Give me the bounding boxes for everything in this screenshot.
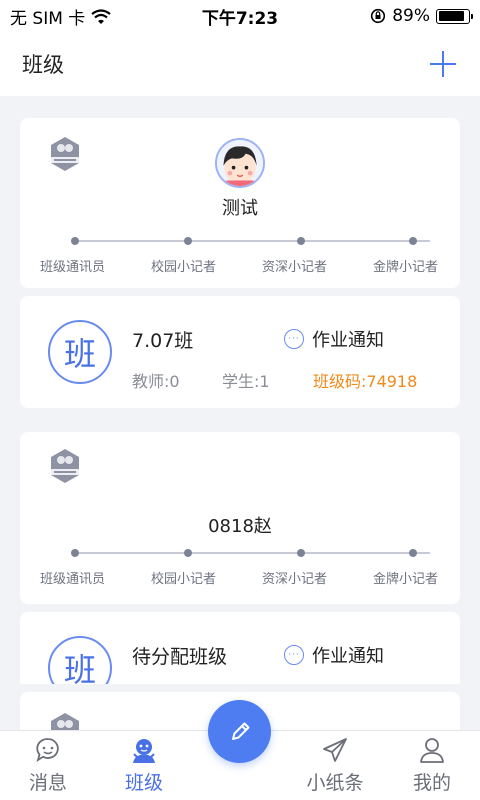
add-button[interactable] bbox=[428, 49, 458, 79]
page-title: 班级 bbox=[22, 53, 64, 77]
level-progress bbox=[71, 549, 430, 557]
member-name: 测试 bbox=[222, 198, 258, 219]
class-name: 7.07班 bbox=[132, 330, 194, 352]
class-card[interactable]: 班 7.07班 ··· 作业通知 教师:0 学生:1 班级码:74918 bbox=[20, 296, 460, 408]
level-labels: 班级通讯员 校园小记者 资深小记者 金牌小记者 bbox=[40, 256, 438, 275]
level-label: 班级通讯员 bbox=[40, 572, 106, 587]
carrier-label: 无 SIM 卡 bbox=[10, 8, 86, 29]
level-dot bbox=[183, 237, 192, 245]
tab-label: 小纸条 bbox=[306, 772, 364, 794]
member-info: 测试 bbox=[20, 138, 460, 220]
homework-notice-label: 作业通知 bbox=[312, 330, 384, 351]
message-bubble-icon: ··· bbox=[284, 329, 304, 349]
class-card[interactable]: 班 待分配班级 ··· 作业通知 bbox=[20, 612, 460, 684]
level-label: 班级通讯员 bbox=[40, 260, 106, 275]
member-card[interactable]: 测试 班级通讯员 校园小记者 资深小记者 金牌小记者 bbox=[20, 118, 460, 288]
tab-label: 我的 bbox=[412, 772, 451, 794]
homework-notice-link[interactable]: ··· 作业通知 bbox=[284, 326, 384, 352]
tab-class[interactable]: 班级 bbox=[96, 731, 192, 800]
class-icon bbox=[133, 739, 155, 763]
battery-icon bbox=[436, 8, 473, 24]
level-dot bbox=[408, 549, 417, 557]
level-label: 金牌小记者 bbox=[372, 572, 438, 587]
level-dot bbox=[183, 549, 192, 557]
member-name: 0818赵 bbox=[208, 516, 272, 537]
homework-notice-link[interactable]: ··· 作业通知 bbox=[284, 642, 384, 668]
battery-percent: 89% bbox=[392, 6, 430, 26]
level-label: 资深小记者 bbox=[261, 572, 327, 587]
tab-me[interactable]: 我的 bbox=[384, 731, 480, 800]
level-dot bbox=[408, 237, 417, 245]
tab-label: 消息 bbox=[28, 772, 67, 794]
level-label: 资深小记者 bbox=[261, 260, 327, 275]
level-labels: 班级通讯员 校园小记者 资深小记者 金牌小记者 bbox=[40, 568, 438, 587]
teacher-count: 教师:0 bbox=[132, 372, 180, 391]
user-icon bbox=[420, 738, 444, 763]
class-avatar: 班 bbox=[48, 636, 112, 684]
class-code: 班级码:74918 bbox=[313, 372, 418, 391]
level-label: 校园小记者 bbox=[150, 260, 216, 275]
avatar bbox=[215, 138, 265, 188]
level-badge-icon bbox=[51, 713, 79, 732]
wifi-icon bbox=[91, 8, 111, 24]
level-badge-icon bbox=[51, 449, 79, 483]
status-bar: 无 SIM 卡 下午7:23 89% bbox=[0, 0, 480, 32]
level-label: 金牌小记者 bbox=[372, 260, 438, 275]
class-avatar: 班 bbox=[48, 320, 112, 384]
student-count: 学生:1 bbox=[222, 372, 270, 391]
level-dot bbox=[71, 237, 79, 245]
level-dot bbox=[296, 237, 305, 245]
tab-notes[interactable]: 小纸条 bbox=[287, 731, 383, 800]
class-name: 待分配班级 bbox=[132, 646, 228, 668]
member-card[interactable]: 0818赵 班级通讯员 校园小记者 资深小记者 金牌小记者 bbox=[20, 432, 460, 604]
rotation-lock-icon bbox=[371, 8, 386, 24]
nav-bar: 班级 bbox=[0, 32, 480, 96]
level-dot bbox=[296, 549, 305, 557]
pencil-icon bbox=[231, 722, 249, 740]
tab-label: 班级 bbox=[124, 772, 163, 794]
tab-messages[interactable]: 消息 bbox=[0, 731, 96, 800]
level-label: 校园小记者 bbox=[150, 572, 216, 587]
battery-level bbox=[438, 11, 465, 21]
paper-plane-icon bbox=[323, 738, 347, 762]
level-progress bbox=[71, 237, 430, 245]
girl-avatar-icon bbox=[217, 140, 263, 186]
class-list[interactable]: 测试 班级通讯员 校园小记者 资深小记者 金牌小记者 班 7.07班 ··· 作… bbox=[0, 96, 480, 684]
message-bubble-icon: ··· bbox=[284, 645, 304, 665]
chat-bubble-icon bbox=[36, 738, 59, 763]
homework-notice-label: 作业通知 bbox=[312, 646, 384, 667]
level-dot bbox=[71, 549, 79, 557]
compose-button[interactable] bbox=[208, 700, 271, 763]
